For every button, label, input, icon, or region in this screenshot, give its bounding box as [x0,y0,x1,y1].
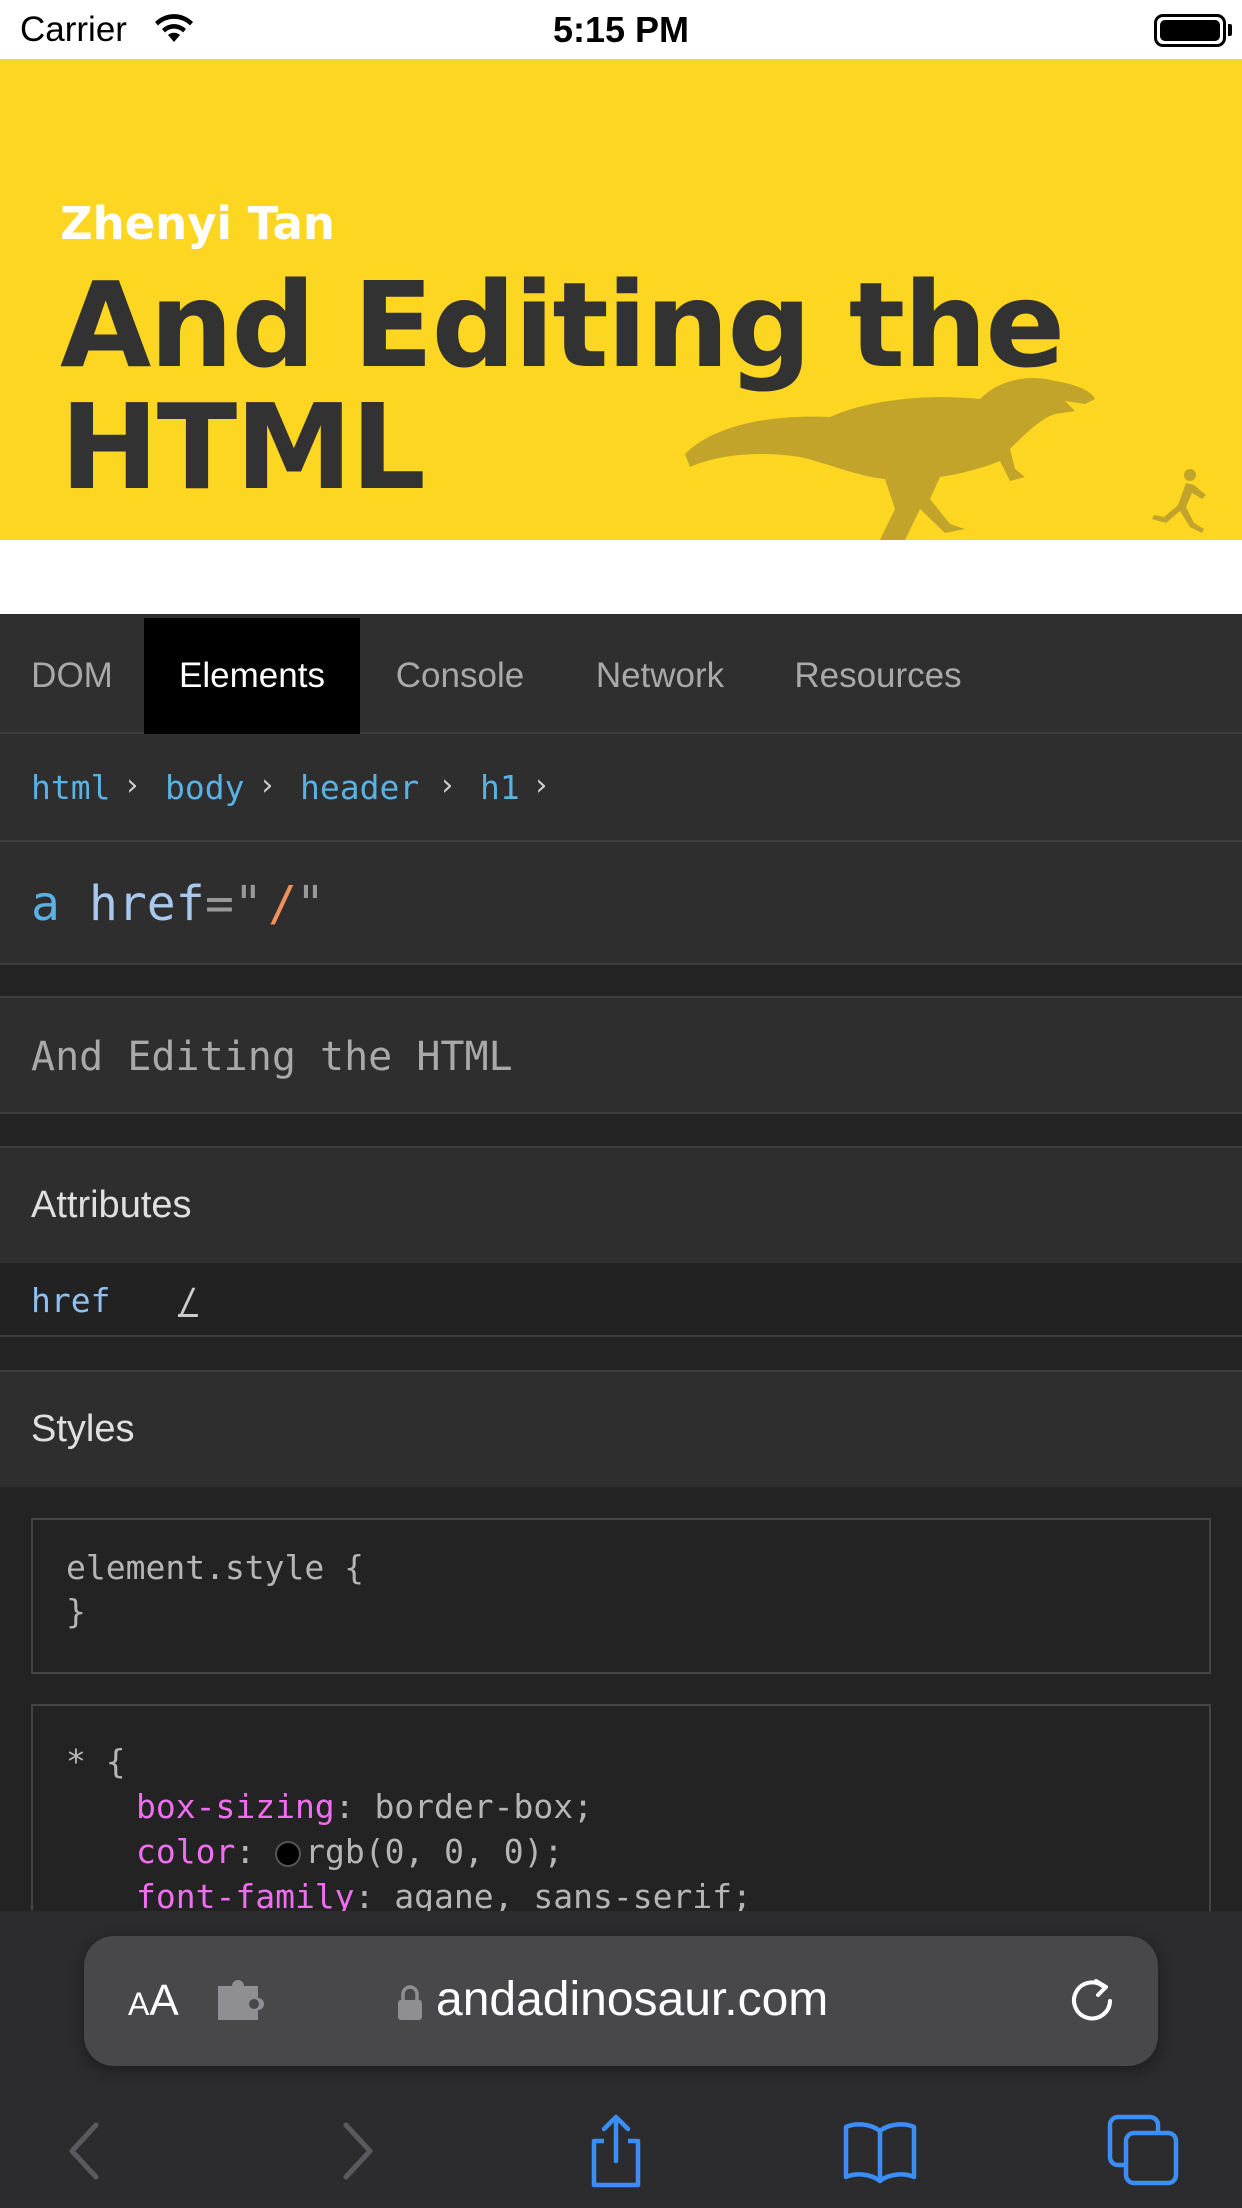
breadcrumb: html › body › header › h1 › [0,734,1242,842]
breadcrumb-item-html[interactable]: html [31,768,110,807]
attribute-name: href [31,1281,111,1320]
devtools-tab-bar: DOM Elements Console Network Resources [0,614,1242,734]
style-declaration[interactable]: color: rgb(0, 0, 0); [136,1832,563,1871]
color-swatch[interactable] [275,1840,302,1867]
url-text[interactable]: andadinosaur.com [436,1972,828,2027]
chevron-right-icon: › [532,768,551,803]
attribute-value[interactable]: / [178,1281,198,1320]
style-rule-element[interactable]: element.style { } [31,1518,1211,1674]
site-author[interactable]: Zhenyi Tan [60,197,335,250]
style-selector: element.style { [66,1548,365,1587]
site-header: Zhenyi Tan And Editing the HTML [0,59,1242,540]
bookmarks-icon[interactable] [840,2111,920,2191]
breadcrumb-item-body[interactable]: body [165,768,244,807]
chevron-right-icon: › [123,768,142,803]
tag-attribute-equals: =" [205,876,263,932]
style-close: } [66,1592,86,1631]
style-declaration[interactable]: box-sizing: border-box; [136,1787,593,1826]
tabs-icon[interactable] [1104,2111,1184,2191]
status-bar: Carrier 5:15 PM [0,0,1242,59]
clock: 5:15 PM [552,9,690,50]
chevron-right-icon: › [438,768,457,803]
tab-elements[interactable]: Elements [144,618,360,734]
page-body-gap [0,540,1242,614]
tag-name: a [31,876,60,932]
dinosaur-icon [685,378,1095,540]
runner-icon [1152,469,1206,533]
reload-icon[interactable] [1066,1975,1118,2027]
styles-title: Styles [31,1408,135,1450]
attribute-row[interactable]: href / [0,1263,1242,1337]
battery-cap [1228,24,1232,36]
style-rule-universal[interactable]: * { box-sizing: border-box; color: rgb(0… [31,1704,1211,1944]
tag-attribute-value: / [268,876,297,932]
selected-element-tag[interactable]: a href =" / " [0,842,1242,965]
breadcrumb-item-header[interactable]: header [300,768,419,807]
safari-bottom-bar: AA andadinosaur.com [0,1911,1242,2208]
page-settings-button[interactable]: AA [128,1976,179,2026]
tab-dom[interactable]: DOM [0,618,144,734]
tag-attribute-quote: " [296,876,325,932]
extension-icon[interactable] [214,1980,264,2022]
address-bar[interactable]: AA andadinosaur.com [84,1936,1158,2066]
tab-console[interactable]: Console [360,618,560,734]
tag-attribute-name: href [89,876,205,932]
attributes-header: Attributes [0,1146,1242,1263]
text-content: And Editing the HTML [31,1034,513,1080]
lock-icon [398,1985,422,2020]
battery-icon [1154,14,1226,47]
styles-header: Styles [0,1370,1242,1487]
share-icon[interactable] [576,2111,656,2191]
chevron-right-icon: › [258,768,277,803]
attributes-title: Attributes [31,1184,192,1226]
text-content-box[interactable]: And Editing the HTML [0,996,1242,1114]
tab-resources[interactable]: Resources [760,618,996,734]
style-selector: * { [66,1742,126,1781]
back-icon[interactable] [46,2111,126,2191]
forward-icon[interactable] [316,2111,396,2191]
breadcrumb-item-h1[interactable]: h1 [480,768,520,807]
tab-network[interactable]: Network [560,618,760,734]
